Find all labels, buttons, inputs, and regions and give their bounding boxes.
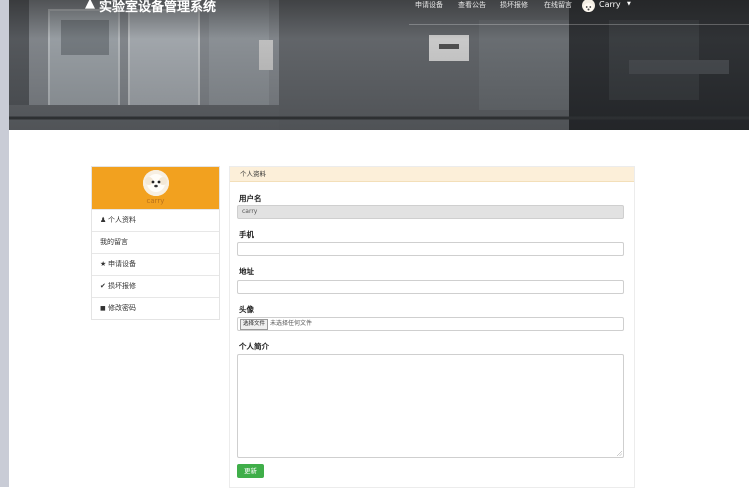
- nav-username: Carry: [599, 0, 621, 9]
- profile-form-panel: 个人资料 用户名 carry 手机 地址 头像 选择文件 未选择任何文件 个人简介…: [229, 166, 635, 488]
- lock-icon: ■: [100, 305, 106, 312]
- check-icon: ✔: [100, 282, 106, 290]
- sidebar-item-label: 个人资料: [108, 216, 136, 224]
- address-label: 地址: [239, 267, 254, 276]
- address-field[interactable]: [237, 280, 624, 294]
- profile-username: carry: [146, 197, 165, 205]
- profile-avatar: [142, 170, 169, 196]
- sidebar-item-change-password[interactable]: ■ 修改密码: [92, 297, 219, 319]
- sidebar-item-repair[interactable]: ✔ 损坏报修: [92, 275, 219, 297]
- avatar-file-input[interactable]: 选择文件 未选择任何文件: [237, 317, 624, 331]
- site-title: 实验室设备管理系统: [99, 0, 217, 15]
- nav-link-announcements[interactable]: 查看公告: [458, 0, 486, 10]
- nav-avatar: [582, 0, 595, 12]
- user-menu[interactable]: Carry ▼: [582, 0, 642, 12]
- sidebar-item-label: 损坏报修: [108, 282, 136, 290]
- navbar-links: 申请设备 查看公告 损坏报修 在线留言: [415, 0, 585, 12]
- bio-label: 个人简介: [239, 342, 269, 351]
- phone-label: 手机: [239, 230, 254, 239]
- update-button[interactable]: 更新: [237, 464, 264, 478]
- sidebar-item-label: 我的留言: [100, 238, 128, 246]
- phone-field[interactable]: [237, 242, 624, 256]
- sidebar-item-label: 修改密码: [108, 304, 136, 312]
- bio-textarea[interactable]: [237, 354, 624, 458]
- username-field[interactable]: carry: [237, 205, 624, 219]
- avatar-label: 头像: [239, 305, 254, 314]
- profile-sidebar: carry ♟ 个人资料 我的留言 ★ 申请设备 ✔ 损坏报修 ■ 修改密码: [91, 166, 220, 320]
- username-label: 用户名: [239, 194, 262, 203]
- panel-title: 个人资料: [230, 167, 634, 182]
- nav-link-apply-equipment[interactable]: 申请设备: [415, 0, 443, 10]
- hero-banner: [9, 0, 749, 130]
- resize-handle-icon[interactable]: [617, 451, 622, 456]
- sidebar-item-profile[interactable]: ♟ 个人资料: [92, 209, 219, 231]
- profile-card: carry: [92, 167, 219, 209]
- star-icon: ★: [100, 260, 107, 268]
- user-icon: ♟: [100, 216, 107, 224]
- left-edge-bar: [0, 0, 9, 487]
- nav-link-messages[interactable]: 在线留言: [544, 0, 572, 10]
- dog-avatar-icon: [142, 170, 169, 196]
- sidebar-item-label: 申请设备: [108, 260, 136, 268]
- sidebar-item-my-messages[interactable]: 我的留言: [92, 231, 219, 253]
- nav-link-repair-report[interactable]: 损坏报修: [500, 0, 528, 10]
- dog-avatar-icon: [583, 3, 594, 12]
- sidebar-item-apply-equipment[interactable]: ★ 申请设备: [92, 253, 219, 275]
- flask-icon: ▲: [85, 0, 95, 11]
- file-status: 未选择任何文件: [270, 320, 313, 327]
- navbar-brand[interactable]: ▲ 实验室设备管理系统: [81, 0, 241, 15]
- choose-file-button[interactable]: 选择文件: [240, 319, 269, 330]
- caret-down-icon: ▼: [627, 1, 631, 7]
